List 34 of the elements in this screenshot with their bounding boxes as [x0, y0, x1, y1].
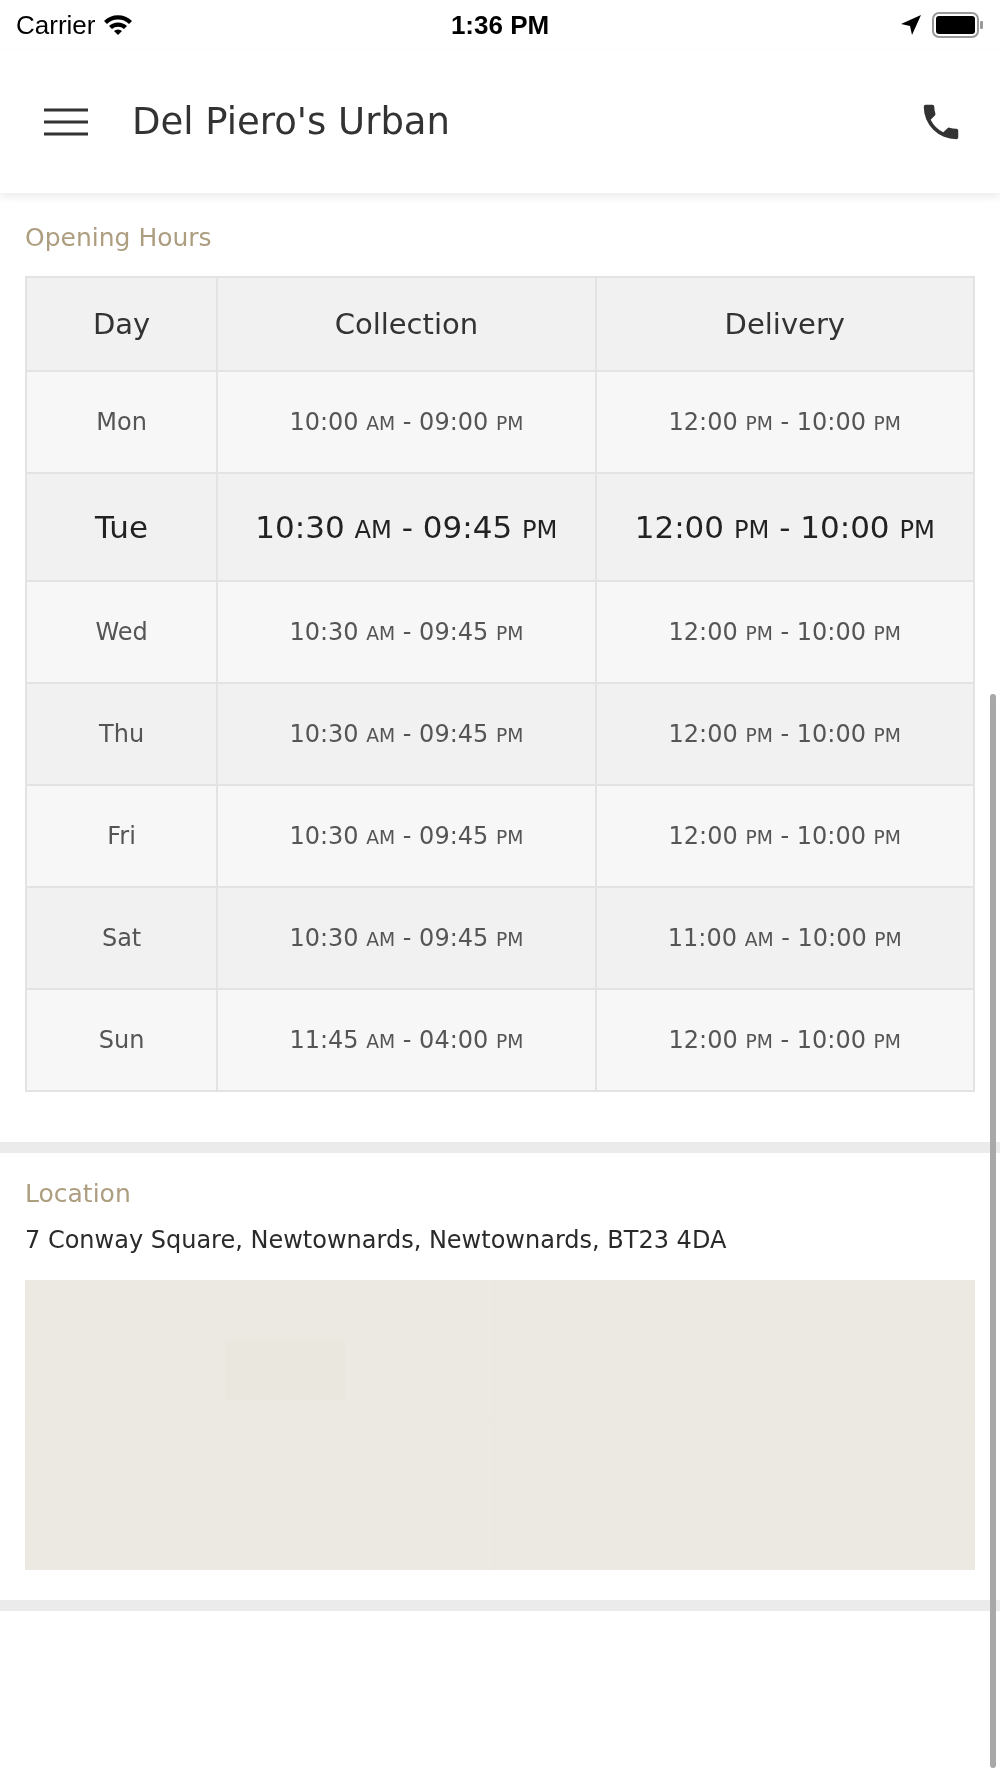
- restaurant-title: Del Piero's Urban: [132, 100, 451, 143]
- collection-hours-cell: 10:30 AM - 09:45 PM: [217, 473, 596, 581]
- day-cell: Sat: [26, 887, 218, 989]
- collection-hours-cell: 11:45 AM - 04:00 PM: [217, 989, 596, 1091]
- wifi-icon: [103, 14, 134, 36]
- collection-hours-cell: 10:00 AM - 09:00 PM: [217, 371, 596, 473]
- day-cell: Wed: [26, 581, 218, 683]
- menu-button[interactable]: [44, 107, 88, 136]
- clock-time: 1:36 PM: [450, 9, 550, 41]
- day-cell: Mon: [26, 371, 218, 473]
- day-cell: Tue: [26, 473, 218, 581]
- collection-hours-cell: 10:30 AM - 09:45 PM: [217, 581, 596, 683]
- collection-hours-cell: 10:30 AM - 09:45 PM: [217, 887, 596, 989]
- delivery-hours-cell: 12:00 PM - 10:00 PM: [595, 683, 974, 785]
- battery-icon: [932, 12, 984, 38]
- delivery-hours-cell: 12:00 PM - 10:00 PM: [595, 989, 974, 1091]
- collection-hours-cell: 10:30 AM - 09:45 PM: [217, 683, 596, 785]
- column-header: Collection: [217, 277, 596, 371]
- delivery-hours-cell: 12:00 PM - 10:00 PM: [595, 371, 974, 473]
- delivery-hours-cell: 12:00 PM - 10:00 PM: [595, 581, 974, 683]
- column-header: Delivery: [595, 277, 974, 371]
- day-cell: Fri: [26, 785, 218, 887]
- section-heading: Location: [25, 1179, 132, 1208]
- location-arrow-icon: [900, 14, 922, 36]
- delivery-hours-cell: 12:00 PM - 10:00 PM: [595, 473, 974, 581]
- carrier-name: Carrier: [16, 9, 96, 41]
- column-header: Day: [26, 277, 218, 371]
- delivery-hours-cell: 12:00 PM - 10:00 PM: [595, 785, 974, 887]
- day-cell: Sun: [26, 989, 218, 1091]
- day-cell: Thu: [26, 683, 218, 785]
- section-heading: Opening Hours: [25, 223, 213, 252]
- address-text: 7 Conway Square, Newtownards, Newtownards, BT23 4DA: [25, 1226, 728, 1254]
- delivery-hours-cell: 11:00 AM - 10:00 PM: [595, 887, 974, 989]
- collection-hours-cell: 10:30 AM - 09:45 PM: [217, 785, 596, 887]
